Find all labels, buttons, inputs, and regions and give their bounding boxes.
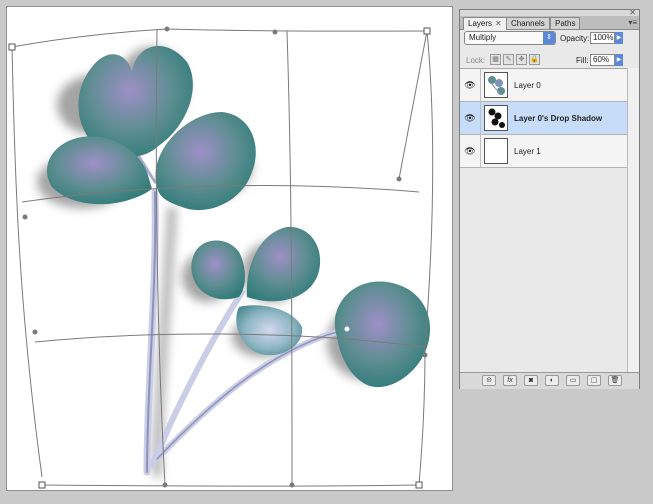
opacity-input[interactable]: 100% [590,32,615,44]
fill-input[interactable]: 60% [590,54,615,66]
layer-name: Layer 0's Drop Shadow [514,114,603,123]
row-divider [480,135,481,168]
layer-thumbnail [484,72,508,98]
opacity-label: Opacity: [560,34,590,43]
mask-icon[interactable]: ◙ [524,375,538,386]
document-canvas[interactable] [6,6,453,491]
layers-scrollbar[interactable] [627,68,639,372]
tab-paths[interactable]: Paths [550,17,581,29]
lower-leaves [191,226,431,388]
layer-name: Layer 0 [514,81,541,90]
tab-paths-label: Paths [555,19,576,28]
layer-row-drop-shadow[interactable]: 👁 Layer 0's Drop Shadow [460,102,627,135]
tab-close-icon[interactable]: ✕ [495,19,502,28]
lock-label: Lock: [466,56,486,65]
folder-icon[interactable]: ▭ [566,375,580,386]
layers-panel: ✕ Layers ✕ Channels Paths ▾≡ Multiply ⇕ O… [459,8,640,389]
layer-thumbnail [484,138,508,164]
fill-label: Fill: [576,56,589,65]
row-divider [480,102,481,135]
layer-row-layer-0[interactable]: 👁 Layer 0 [460,69,627,102]
shadow-thumbnail-icon [488,108,505,128]
lock-brush-icon[interactable]: ✎ [503,54,514,65]
opacity-slider-arrow-icon[interactable]: ▶ [615,32,623,44]
row-divider [480,69,481,102]
eye-icon[interactable]: 👁 [464,112,476,124]
adjustment-icon[interactable]: ◐ [545,375,559,386]
panel-menu-icon[interactable]: ▾≡ [628,18,637,27]
eye-icon[interactable]: 👁 [464,145,476,157]
panel-tabs: Layers ✕ Channels Paths ▾≡ [460,16,639,30]
leaf-thumbnail-icon [488,76,505,96]
fx-icon[interactable]: fx [503,375,517,386]
blend-mode-value: Multiply [469,33,497,42]
tab-channels-label: Channels [511,19,545,28]
fill-slider-arrow-icon[interactable]: ▶ [615,54,623,66]
blend-opacity-row: Multiply ⇕ Opacity: 100% ▶ [460,30,639,48]
trash-icon[interactable]: 🗑 [608,375,622,386]
warp-artwork[interactable] [7,7,453,491]
layer-row-layer-1[interactable]: 👁 Layer 1 [460,135,627,168]
tab-layers[interactable]: Layers ✕ [463,17,507,30]
chevron-updown-icon: ⇕ [543,32,555,44]
new-layer-icon[interactable]: ▢ [587,375,601,386]
layer-thumbnail [484,105,508,131]
lock-fill-row: Lock: ▦ ✎ ✥ 🔒 Fill: 60% ▶ [460,50,639,69]
panel-footer: ⊝ fx ◙ ◐ ▭ ▢ 🗑 [460,372,639,389]
tab-layers-label: Layers [468,19,493,28]
lock-all-icon[interactable]: 🔒 [529,54,540,65]
layer-name: Layer 1 [514,147,541,156]
blend-mode-select[interactable]: Multiply ⇕ [464,31,556,45]
warp-handles-lines [398,30,428,180]
lock-move-icon[interactable]: ✥ [516,54,527,65]
eye-icon[interactable]: 👁 [464,79,476,91]
link-icon[interactable]: ⊝ [482,375,496,386]
tab-channels[interactable]: Channels [506,17,550,29]
lock-transparency-icon[interactable]: ▦ [490,54,501,65]
